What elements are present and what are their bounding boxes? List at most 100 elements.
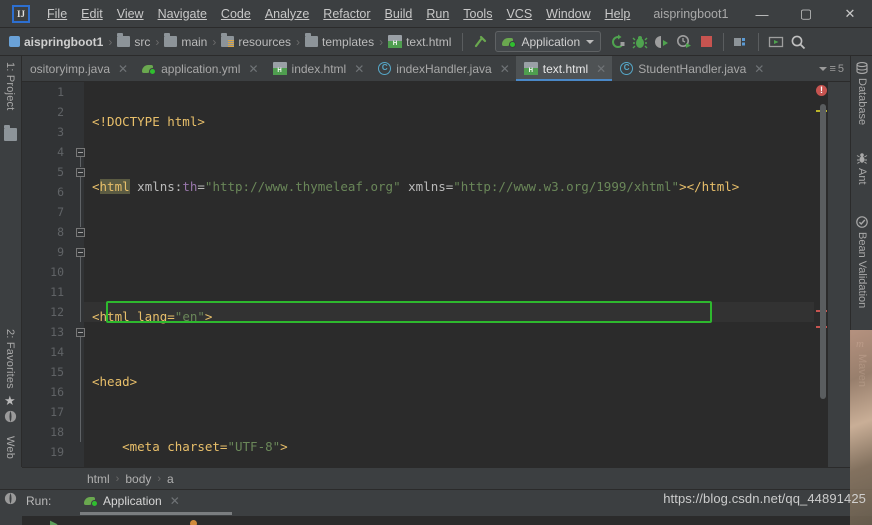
menu-edit-label: Edit [81,6,103,21]
close-icon[interactable]: ✕ [170,494,180,508]
breadcrumb-separator: › [155,34,160,49]
close-icon[interactable]: ✕ [596,62,606,76]
menu-build-label: Build [384,6,413,21]
console-spring-icon [190,520,197,525]
stop-button[interactable] [695,31,717,53]
menu-tools[interactable]: Tools [456,5,499,23]
breadcrumb-src-label: src [134,34,151,49]
menu-analyze[interactable]: Analyze [258,5,316,23]
code-editor[interactable]: 1 2 3 4 5 6 7 8 9 10 11 12 13 14 15 16 1… [22,82,828,467]
editor-gutter[interactable]: 1 2 3 4 5 6 7 8 9 10 11 12 13 14 15 16 1… [22,82,85,467]
menu-code[interactable]: Code [214,5,258,23]
breadcrumb-file-label: text.html [406,34,452,49]
code-token: = [197,179,205,194]
menu-refactor[interactable]: Refactor [316,5,377,23]
tab-overflow-menu[interactable]: ≡ 5 [819,56,850,81]
run-with-coverage-button[interactable] [651,31,673,53]
breadcrumb-templates[interactable]: templates [302,33,377,50]
tab-studenthandler-java[interactable]: C StudentHandler.java ✕ [612,56,770,81]
code-folding-rail[interactable] [76,82,85,467]
fold-region-line [80,257,81,322]
menu-build[interactable]: Build [378,5,420,23]
sidebar-item-web[interactable]: Web [4,436,16,459]
html-file-icon [523,62,538,75]
close-icon[interactable]: ✕ [118,62,128,76]
breadcrumb-separator: › [157,472,162,485]
window-controls: — ▢ ✕ [740,0,872,28]
editor-error-stripe[interactable]: ! [814,82,828,467]
tab-label: indexHandler.java [396,61,492,76]
profiler-button[interactable] [673,31,695,53]
minimize-button[interactable]: — [740,0,784,28]
breadcrumb-resources[interactable]: resources [218,33,294,50]
breadcrumb-main[interactable]: main [161,33,210,50]
sidebar-item-favorites[interactable]: 2: Favorites [4,329,16,389]
error-badge-icon[interactable]: ! [816,85,827,96]
code-content[interactable]: <!DOCTYPE html> <html xmlns:th="http://w… [84,82,828,467]
code-token: xmlns= [400,179,454,194]
breadcrumb-src[interactable]: src [114,33,153,50]
sidebar-item-bean-validation[interactable]: Bean Validation [856,232,868,308]
menu-edit[interactable]: Edit [74,5,110,23]
menu-run-label: Run [426,6,450,21]
tab-application-yml[interactable]: application.yml ✕ [134,56,264,81]
line-number: 18 [50,425,64,439]
line-number: 13 [50,325,64,339]
breadcrumb-a[interactable]: a [164,472,177,486]
navigation-toolbar: aispringboot1 › src › main › resources ›… [0,28,872,56]
code-token: "http://www.thymeleaf.org" [204,179,401,194]
close-icon[interactable]: ✕ [354,62,364,76]
run-tab-application[interactable]: Application ✕ [78,492,186,510]
close-icon[interactable]: ✕ [248,62,258,76]
code-token: "UTF-8" [227,439,281,454]
menu-view[interactable]: View [110,5,151,23]
breadcrumb-separator: › [115,472,120,485]
sidebar-item-ant[interactable]: Ant [856,168,868,185]
menu-help[interactable]: Help [598,5,638,23]
editor-vertical-scrollbar[interactable] [820,104,826,399]
breadcrumb-file[interactable]: text.html [385,34,454,50]
breadcrumb-module[interactable]: aispringboot1 [6,34,106,50]
breadcrumb-main-label: main [181,34,208,49]
breadcrumb-body[interactable]: body [122,472,154,486]
close-button[interactable]: ✕ [828,0,872,28]
menu-run[interactable]: Run [419,5,456,23]
class-icon: C [620,62,634,75]
breadcrumb-html[interactable]: html [84,472,113,486]
make-project-button[interactable] [469,31,491,53]
line-number: 12 [50,305,64,319]
ant-icon [856,152,869,165]
logo-text: IJ [16,8,25,19]
menu-navigate[interactable]: Navigate [151,5,214,23]
run-configuration-selector[interactable]: Application [495,31,602,52]
sidebar-item-project[interactable]: 1: Project [4,62,16,110]
tab-indexhandler-java[interactable]: C indexHandler.java ✕ [370,56,515,81]
menu-navigate-label: Navigate [157,6,207,21]
run-button[interactable] [607,31,629,53]
sidebar-item-database[interactable]: Database [856,78,868,125]
close-icon[interactable]: ✕ [754,62,764,76]
fold-region-line [80,337,81,442]
profiler-icon [677,34,692,48]
tab-index-html[interactable]: index.html ✕ [265,56,371,81]
line-number: 4 [57,145,64,159]
menu-file[interactable]: File [40,5,74,23]
debug-button[interactable] [629,31,651,53]
update-app-button[interactable] [765,31,787,53]
search-everywhere-button[interactable] [787,31,809,53]
maximize-button[interactable]: ▢ [784,0,828,28]
project-structure-button[interactable] [730,31,752,53]
chevron-down-icon [819,66,828,71]
tab-text-html[interactable]: text.html ✕ [515,56,613,81]
code-token: xmlns: [129,179,183,194]
close-icon[interactable]: ✕ [500,62,510,76]
module-icon [9,36,20,47]
globe-icon[interactable] [4,492,17,508]
line-number: 16 [50,385,64,399]
tab-repositoryimp-java[interactable]: ositoryimp.java ✕ [22,56,134,81]
menu-window[interactable]: Window [539,5,597,23]
code-token: <meta charset= [92,439,228,454]
run-console-output[interactable]: ▶ [22,516,872,525]
menu-vcs[interactable]: VCS [499,5,539,23]
